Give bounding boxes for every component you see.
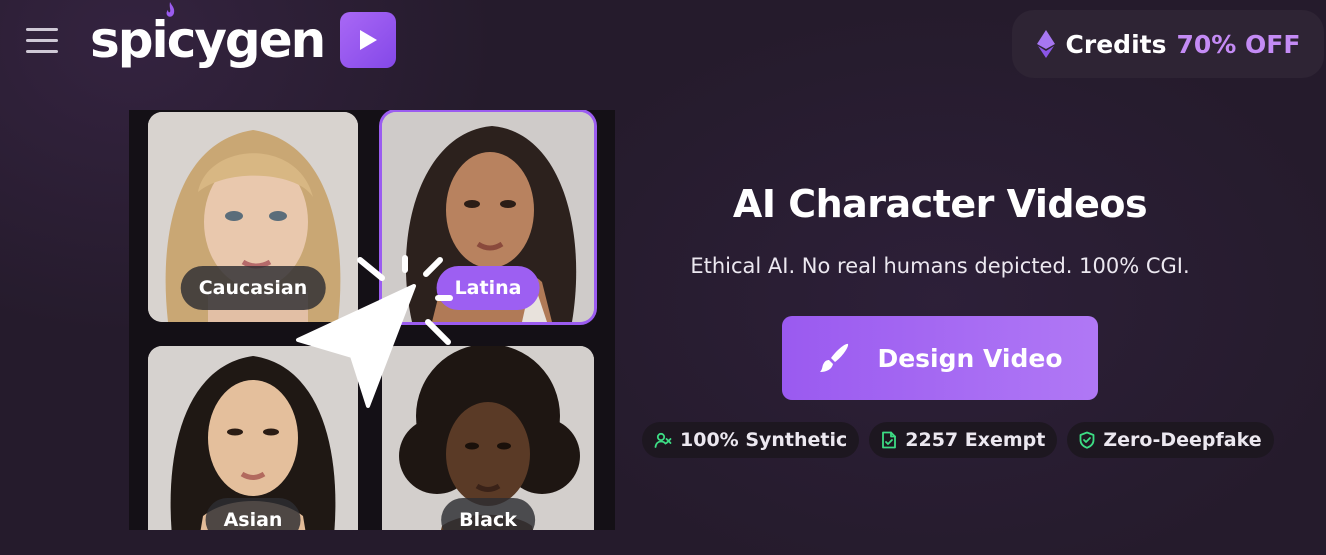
paintbrush-icon	[820, 343, 849, 372]
hero-subtitle: Ethical AI. No real humans depicted. 100…	[690, 254, 1190, 278]
tile-black[interactable]: Black	[382, 346, 594, 530]
flame-icon	[166, 2, 175, 17]
play-icon	[340, 12, 397, 68]
user-x-icon	[654, 432, 672, 448]
shield-check-icon	[1079, 431, 1095, 449]
badge-zero-deepfake: Zero-Deepfake	[1067, 422, 1274, 458]
document-check-icon	[882, 431, 897, 449]
badge-exempt: 2257 Exempt	[869, 422, 1058, 458]
credits-label: Credits	[1065, 29, 1167, 59]
credits-button[interactable]: Credits 70% OFF	[1012, 10, 1324, 78]
badge-label: Zero-Deepfake	[1103, 429, 1262, 451]
trust-badges: 100% Synthetic 2257 Exempt Zero-Deepfake	[642, 422, 1274, 458]
design-video-button[interactable]: Design Video	[782, 316, 1098, 400]
design-video-label: Design Video	[877, 343, 1063, 373]
logo-text: spicygen	[90, 11, 326, 69]
tile-label: Black	[441, 498, 535, 530]
hero-title: AI Character Videos	[732, 182, 1148, 226]
tile-caucasian[interactable]: Caucasian	[148, 112, 358, 322]
tile-label: Asian	[205, 498, 301, 530]
credits-discount: 70% OFF	[1176, 29, 1301, 59]
tile-label: Latina	[436, 266, 540, 310]
tile-asian[interactable]: Asian	[148, 346, 358, 530]
badge-synthetic: 100% Synthetic	[642, 422, 860, 458]
logo[interactable]: spicygen	[90, 2, 397, 76]
menu-icon[interactable]	[26, 26, 60, 56]
tile-latina[interactable]: Latina	[382, 112, 594, 322]
tile-label: Caucasian	[180, 266, 326, 310]
character-gallery: Caucasian Latina Asian Black	[129, 110, 615, 530]
badge-label: 2257 Exempt	[905, 429, 1046, 451]
badge-label: 100% Synthetic	[680, 429, 848, 451]
diamond-icon	[1036, 30, 1055, 58]
page: spicygen Credits 70% OFF Caucasian Latin…	[0, 0, 1326, 555]
